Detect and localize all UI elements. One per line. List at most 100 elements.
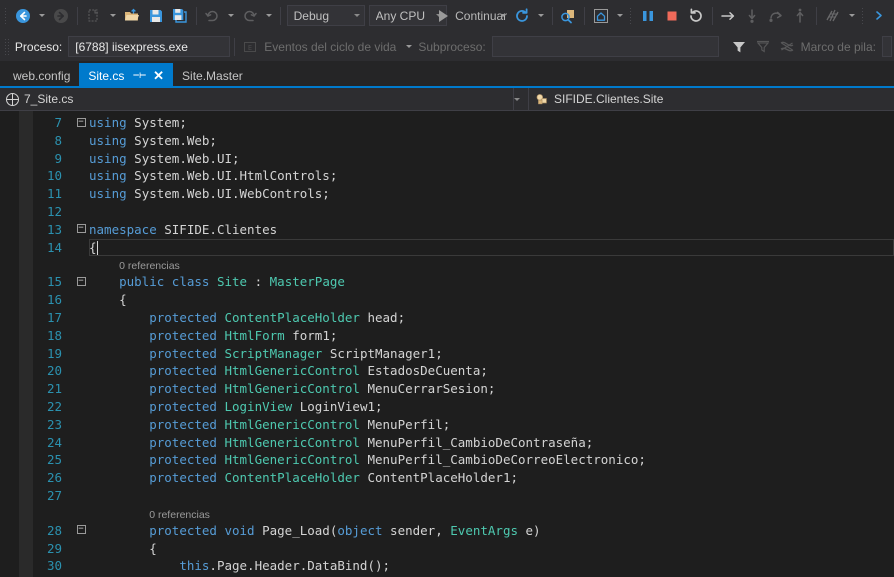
stack-frame-combo[interactable] (881, 36, 892, 57)
restart-dropdown-icon[interactable] (537, 14, 544, 17)
chevron-down-icon[interactable] (353, 14, 360, 17)
code-line[interactable]: 12 (33, 203, 894, 221)
new-item-dropdown-icon[interactable] (109, 14, 116, 17)
text-caret (96, 240, 98, 255)
close-icon[interactable]: ✕ (153, 69, 164, 82)
save-icon[interactable] (144, 4, 168, 28)
code-text: protected void Page_Load(object sender, … (149, 522, 541, 538)
save-all-icon[interactable] (168, 4, 192, 28)
code-line[interactable]: 18 protected HtmlForm form1; (33, 327, 894, 345)
toolbar-grip[interactable] (4, 37, 10, 56)
codelens-row[interactable]: 0 referencias (33, 256, 894, 273)
tab-site-cs[interactable]: Site.cs ⎯⊢ ✕ (79, 63, 174, 88)
toolbar-grip[interactable] (628, 6, 633, 25)
code-line[interactable]: 26 protected ContentPlaceHolder ContentP… (33, 469, 894, 487)
code-text: protected HtmlGenericControl MenuPerfil; (149, 416, 451, 432)
toolbar-grip[interactable] (860, 6, 865, 25)
restart-icon[interactable] (510, 4, 534, 28)
redo-dropdown-icon[interactable] (266, 14, 273, 17)
tab-web-config[interactable]: web.config (4, 63, 80, 88)
code-line[interactable]: 29 { (33, 540, 894, 558)
new-item-icon[interactable] (82, 4, 106, 28)
codelens-row[interactable]: 0 referencias (33, 505, 894, 522)
threads-icon[interactable] (821, 4, 845, 28)
solution-configuration-combo[interactable]: Debug (286, 5, 365, 26)
navigate-back-dropdown-icon[interactable] (39, 14, 46, 17)
code-line[interactable]: 21 protected HtmlGenericControl MenuCerr… (33, 380, 894, 398)
subprocess-combo[interactable] (491, 36, 719, 57)
redo-icon[interactable] (238, 4, 262, 28)
code-line[interactable]: 9 using System.Web.UI; (33, 150, 894, 168)
home-dropdown-icon[interactable] (616, 14, 623, 17)
home-icon[interactable] (589, 4, 613, 28)
filter-icon[interactable] (727, 35, 751, 59)
collapse-icon[interactable]: − (73, 114, 89, 132)
process-combo[interactable]: [6788] iisexpress.exe (68, 36, 230, 57)
code-line[interactable]: 22 protected LoginView LoginView1; (33, 398, 894, 416)
code-line[interactable]: 19 protected ScriptManager ScriptManager… (33, 345, 894, 363)
stop-debugging-icon[interactable] (660, 4, 684, 28)
undo-dropdown-icon[interactable] (228, 14, 235, 17)
code-line[interactable]: 11 using System.Web.UI.WebControls; (33, 185, 894, 203)
collapse-icon[interactable]: − (73, 522, 89, 540)
code-line[interactable]: 23 protected HtmlGenericControl MenuPerf… (33, 416, 894, 434)
step-into-icon[interactable] (740, 4, 764, 28)
codelens-text: 0 referencias (89, 256, 894, 273)
code-line[interactable]: 16 { (33, 291, 894, 309)
tab-site-master[interactable]: Site.Master (173, 63, 252, 88)
code-surface[interactable]: 7− using System; 8 using System.Web; 9 using … (33, 111, 894, 577)
code-line[interactable]: 28− protected void Page_Load(object send… (33, 522, 894, 540)
break-all-icon[interactable] (636, 4, 660, 28)
lifecycle-events-icon[interactable]: E (238, 35, 262, 59)
flag-threads-icon[interactable] (775, 35, 799, 59)
file-label: 7_Site.cs (24, 92, 74, 106)
debug-location-toolbar: Proceso: [6788] iisexpress.exe E Eventos… (0, 32, 894, 61)
code-line[interactable]: 17 protected ContentPlaceHolder head; (33, 309, 894, 327)
references-count[interactable]: 0 referencias (119, 260, 180, 272)
pin-icon[interactable]: ⎯⊢ (133, 70, 146, 81)
code-line[interactable]: 24 protected HtmlGenericControl MenuPerf… (33, 434, 894, 452)
code-line[interactable]: 13− namespace SIFIDE.Clientes (33, 221, 894, 239)
code-text: using System.Web.UI; (89, 150, 240, 166)
toolbar-overflow-icon[interactable] (868, 4, 892, 28)
code-editor[interactable]: 7− using System; 8 using System.Web; 9 using … (0, 111, 894, 577)
fold-margin (73, 327, 89, 345)
undo-icon[interactable] (200, 4, 224, 28)
code-text: public class Site : MasterPage (119, 274, 345, 290)
code-line[interactable]: 14 { (33, 238, 894, 257)
continue-button[interactable]: Continuar (439, 4, 507, 28)
collapse-icon[interactable]: − (73, 273, 89, 291)
code-line[interactable]: 10 using System.Web.UI.HtmlControls; (33, 167, 894, 185)
code-line[interactable]: 20 protected HtmlGenericControl EstadosD… (33, 362, 894, 380)
open-file-icon[interactable] (120, 4, 144, 28)
filter-clear-icon[interactable] (751, 35, 775, 59)
visual-studio-window: Debug Any CPU Continuar Proceso: [6788] … (0, 0, 894, 577)
line-number: 22 (46, 398, 62, 414)
step-out-icon[interactable] (764, 4, 788, 28)
breakpoint-margin[interactable] (0, 111, 19, 577)
code-line[interactable]: 7− using System; (33, 114, 894, 132)
navigate-forward-icon[interactable] (49, 4, 73, 28)
references-count[interactable]: 0 referencias (149, 509, 210, 521)
solution-platform-value: Any CPU (375, 8, 425, 23)
restart-debugging-icon[interactable] (684, 4, 708, 28)
threads-dropdown-icon[interactable] (848, 14, 855, 17)
code-line[interactable]: 27 (33, 487, 894, 505)
code-text: protected HtmlGenericControl EstadosDeCu… (149, 363, 488, 379)
file-breadcrumb[interactable]: 7_Site.cs (0, 88, 513, 110)
chevron-down-icon[interactable] (514, 97, 520, 101)
code-line[interactable]: 8 using System.Web; (33, 132, 894, 150)
solution-platform-combo[interactable]: Any CPU (368, 5, 447, 26)
type-breadcrumb[interactable]: SIFIDE.Clientes.Site (528, 88, 669, 110)
continue-dropdown-icon[interactable] (499, 14, 506, 17)
step-over-icon[interactable] (716, 4, 740, 28)
lifecycle-events-dropdown-icon[interactable] (406, 45, 413, 48)
step-up-icon[interactable] (788, 4, 812, 28)
show-next-statement-icon[interactable] (556, 4, 580, 28)
toolbar-grip[interactable] (4, 6, 9, 25)
code-line[interactable]: 15− public class Site : MasterPage (33, 273, 894, 291)
navigate-back-icon[interactable] (11, 4, 35, 28)
code-line[interactable]: 25 protected HtmlGenericControl MenuPerf… (33, 451, 894, 469)
code-line[interactable]: 30 this.Page.Header.DataBind(); (33, 557, 894, 575)
collapse-icon[interactable]: − (73, 221, 89, 239)
